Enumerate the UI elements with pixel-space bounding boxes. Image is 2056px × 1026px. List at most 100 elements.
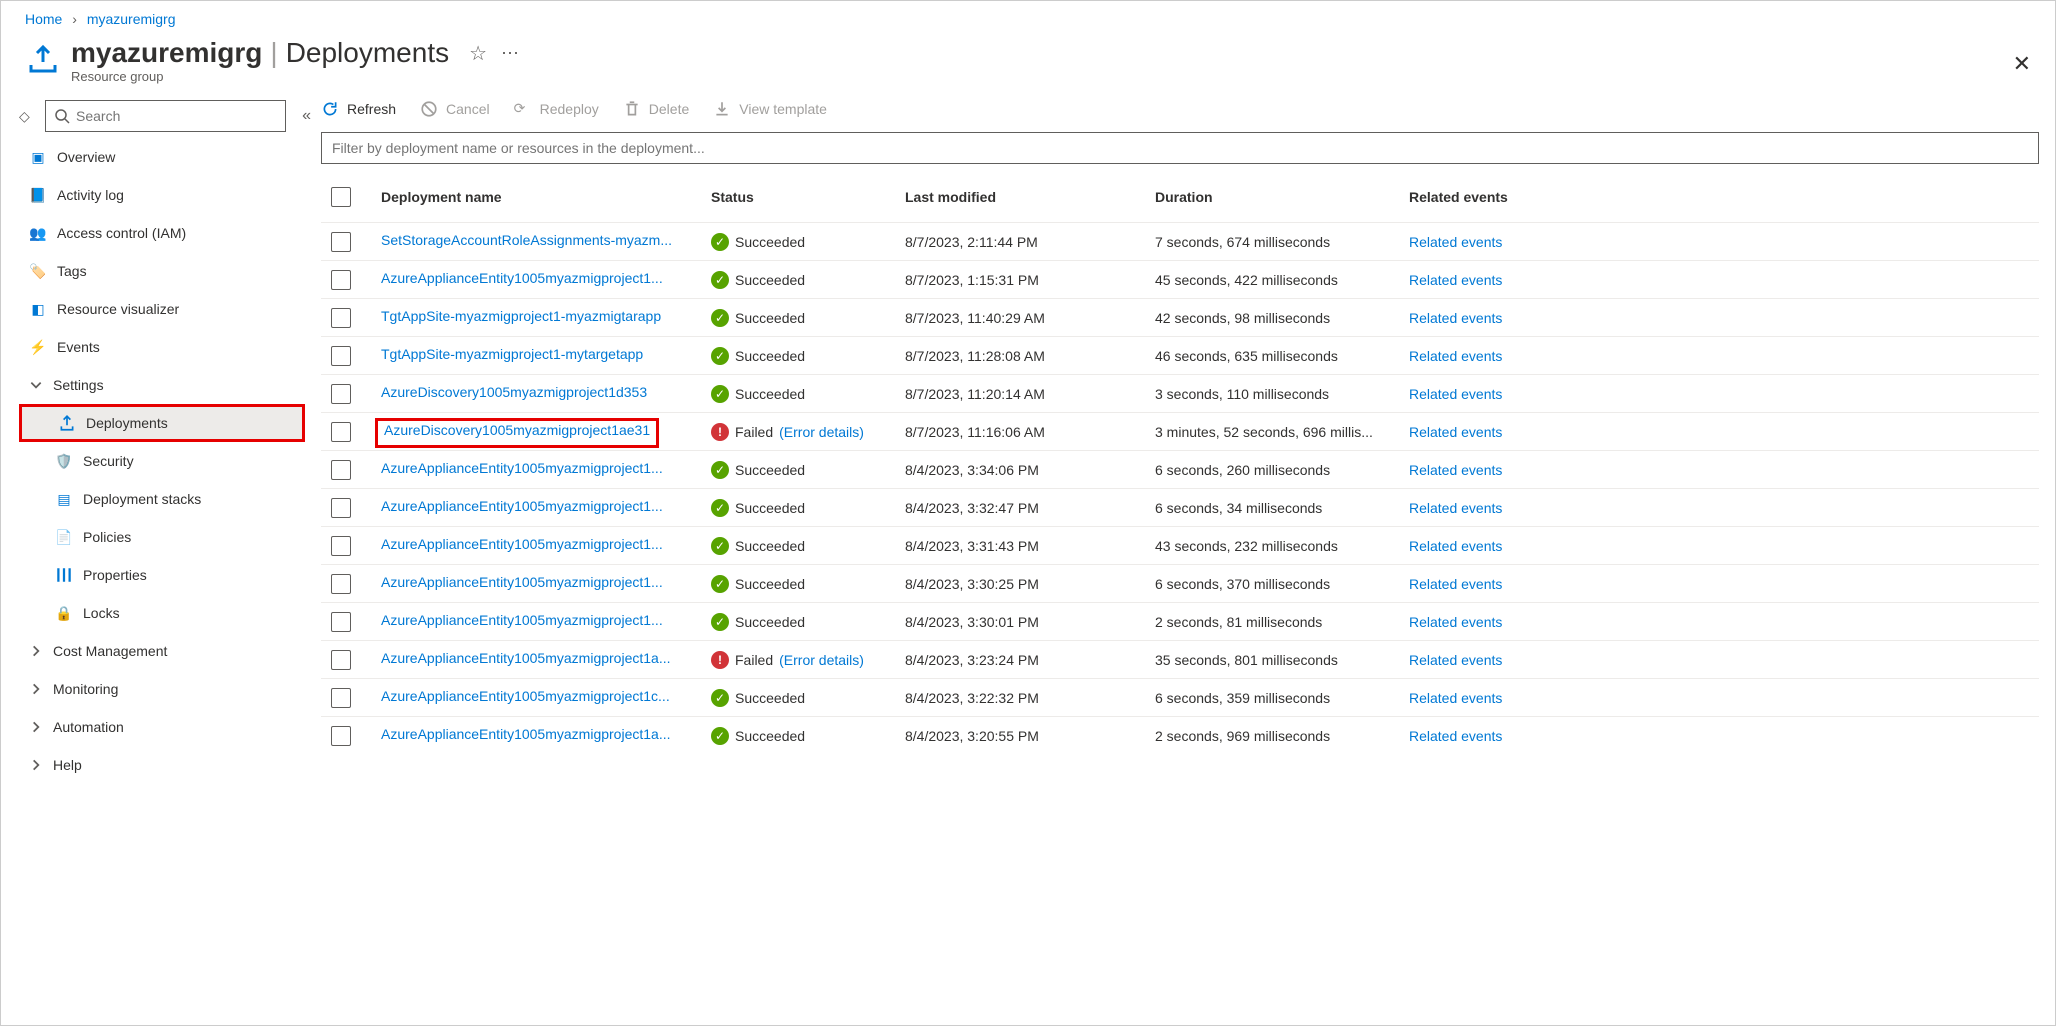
sidebar-item-access-control[interactable]: 👥 Access control (IAM) — [19, 214, 311, 252]
filter-input-container[interactable] — [321, 132, 2039, 164]
row-checkbox[interactable] — [331, 232, 351, 252]
row-checkbox[interactable] — [331, 308, 351, 328]
deployment-name-link[interactable]: AzureApplianceEntity1005myazmigproject1.… — [381, 574, 663, 590]
modified-cell: 8/7/2023, 11:20:14 AM — [905, 386, 1155, 402]
resource-visualizer-icon: ◧ — [29, 300, 47, 318]
deployment-name-link[interactable]: AzureApplianceEntity1005myazmigproject1.… — [381, 498, 663, 514]
more-icon[interactable]: ⋯ — [501, 43, 519, 64]
deployment-name-link[interactable]: AzureApplianceEntity1005myazmigproject1a… — [381, 650, 671, 666]
sidebar-search[interactable] — [45, 100, 286, 132]
deployment-name-link[interactable]: AzureApplianceEntity1005myazmigproject1.… — [381, 612, 663, 628]
redeploy-button: ⟳ Redeploy — [514, 100, 599, 118]
sidebar-search-input[interactable] — [76, 108, 277, 124]
select-all-checkbox[interactable] — [331, 187, 351, 207]
col-header-duration[interactable]: Duration — [1155, 189, 1409, 205]
filter-input[interactable] — [332, 140, 2028, 156]
row-checkbox[interactable] — [331, 270, 351, 290]
breadcrumb-rg[interactable]: myazuremigrg — [87, 11, 176, 27]
collapse-icon[interactable]: « — [302, 107, 311, 125]
related-events-link[interactable]: Related events — [1409, 652, 1502, 668]
sidebar-item-resource-visualizer[interactable]: ◧ Resource visualizer — [19, 290, 311, 328]
sidebar-item-security[interactable]: 🛡️ Security — [19, 442, 311, 480]
col-header-related[interactable]: Related events — [1409, 189, 1529, 205]
sidebar-label: Activity log — [57, 187, 124, 203]
deployment-name-link[interactable]: AzureDiscovery1005myazmigproject1d353 — [381, 384, 647, 400]
refresh-button[interactable]: Refresh — [321, 100, 396, 118]
modified-cell: 8/7/2023, 11:28:08 AM — [905, 348, 1155, 364]
duration-cell: 3 minutes, 52 seconds, 696 millis... — [1155, 424, 1409, 440]
deployment-name-link[interactable]: TgtAppSite-myazmigproject1-mytargetapp — [381, 346, 643, 362]
deployment-name-link[interactable]: AzureDiscovery1005myazmigproject1ae31 — [384, 422, 650, 438]
row-checkbox[interactable] — [331, 536, 351, 556]
related-events-link[interactable]: Related events — [1409, 272, 1502, 288]
related-events-link[interactable]: Related events — [1409, 728, 1502, 744]
modified-cell: 8/4/2023, 3:23:24 PM — [905, 652, 1155, 668]
pin-icon[interactable]: ◇ — [19, 108, 37, 125]
sidebar-item-events[interactable]: ⚡ Events — [19, 328, 311, 366]
related-events-link[interactable]: Related events — [1409, 310, 1502, 326]
row-checkbox[interactable] — [331, 726, 351, 746]
sidebar-item-tags[interactable]: 🏷️ Tags — [19, 252, 311, 290]
sidebar-item-locks[interactable]: 🔒 Locks — [19, 594, 311, 632]
row-checkbox[interactable] — [331, 650, 351, 670]
related-events-link[interactable]: Related events — [1409, 614, 1502, 630]
related-events-link[interactable]: Related events — [1409, 690, 1502, 706]
related-events-link[interactable]: Related events — [1409, 576, 1502, 592]
table-header: Deployment name Status Last modified Dur… — [321, 172, 2039, 222]
duration-cell: 2 seconds, 81 milliseconds — [1155, 614, 1409, 630]
row-checkbox[interactable] — [331, 422, 351, 442]
row-checkbox[interactable] — [331, 612, 351, 632]
col-header-status[interactable]: Status — [711, 189, 905, 205]
sidebar-label: Settings — [53, 377, 104, 393]
deployment-name-link[interactable]: AzureApplianceEntity1005myazmigproject1.… — [381, 536, 663, 552]
sidebar-item-properties[interactable]: Properties — [19, 556, 311, 594]
sidebar-item-overview[interactable]: ▣ Overview — [19, 138, 311, 176]
sidebar-item-deployments[interactable]: Deployments — [19, 404, 305, 442]
col-header-name[interactable]: Deployment name — [381, 189, 711, 205]
success-icon: ✓ — [711, 727, 729, 745]
access-control-icon: 👥 — [29, 224, 47, 242]
row-checkbox[interactable] — [331, 384, 351, 404]
sidebar-item-activity-log[interactable]: 📘 Activity log — [19, 176, 311, 214]
related-events-link[interactable]: Related events — [1409, 538, 1502, 554]
deployment-name-link[interactable]: TgtAppSite-myazmigproject1-myazmigtarapp — [381, 308, 661, 324]
sidebar-group-cost[interactable]: Cost Management — [19, 632, 311, 670]
deployment-name-link[interactable]: AzureApplianceEntity1005myazmigproject1c… — [381, 688, 670, 704]
breadcrumb-home[interactable]: Home — [25, 11, 62, 27]
related-events-link[interactable]: Related events — [1409, 424, 1502, 440]
title-separator: | — [270, 37, 277, 69]
duration-cell: 46 seconds, 635 milliseconds — [1155, 348, 1409, 364]
deployment-name-link[interactable]: AzureApplianceEntity1005myazmigproject1a… — [381, 726, 671, 742]
row-checkbox[interactable] — [331, 688, 351, 708]
sidebar-group-settings[interactable]: Settings — [19, 366, 311, 404]
favorite-icon[interactable]: ☆ — [469, 41, 487, 66]
table-row: SetStorageAccountRoleAssignments-myazm..… — [321, 222, 2039, 260]
close-icon[interactable]: ✕ — [2013, 51, 2031, 77]
error-details-link[interactable]: (Error details) — [779, 652, 864, 668]
related-events-link[interactable]: Related events — [1409, 234, 1502, 250]
col-header-modified[interactable]: Last modified — [905, 189, 1155, 205]
related-events-link[interactable]: Related events — [1409, 348, 1502, 364]
row-checkbox[interactable] — [331, 498, 351, 518]
sidebar-group-automation[interactable]: Automation — [19, 708, 311, 746]
properties-icon — [55, 566, 73, 584]
related-events-link[interactable]: Related events — [1409, 386, 1502, 402]
deployment-name-link[interactable]: AzureApplianceEntity1005myazmigproject1.… — [381, 460, 663, 476]
sidebar-group-help[interactable]: Help — [19, 746, 311, 784]
status-text: Succeeded — [735, 462, 805, 478]
duration-cell: 3 seconds, 110 milliseconds — [1155, 386, 1409, 402]
sidebar-group-monitoring[interactable]: Monitoring — [19, 670, 311, 708]
security-icon: 🛡️ — [55, 452, 73, 470]
redeploy-icon: ⟳ — [514, 100, 532, 118]
sidebar-item-policies[interactable]: 📄 Policies — [19, 518, 311, 556]
row-checkbox[interactable] — [331, 346, 351, 366]
row-checkbox[interactable] — [331, 460, 351, 480]
sidebar-item-deployment-stacks[interactable]: ▤ Deployment stacks — [19, 480, 311, 518]
related-events-link[interactable]: Related events — [1409, 500, 1502, 516]
deployment-name-link[interactable]: AzureApplianceEntity1005myazmigproject1.… — [381, 270, 663, 286]
sidebar-label: Monitoring — [53, 681, 118, 697]
deployment-name-link[interactable]: SetStorageAccountRoleAssignments-myazm..… — [381, 232, 672, 248]
related-events-link[interactable]: Related events — [1409, 462, 1502, 478]
row-checkbox[interactable] — [331, 574, 351, 594]
error-details-link[interactable]: (Error details) — [779, 424, 864, 440]
